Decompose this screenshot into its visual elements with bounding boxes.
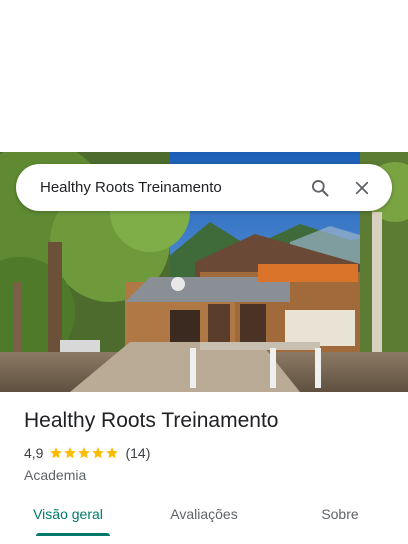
tab-reviews[interactable]: Avaliações <box>136 492 272 544</box>
blank-area <box>0 0 408 152</box>
active-tab-indicator <box>36 533 110 536</box>
place-category: Academia <box>24 467 87 483</box>
star-icon <box>106 447 119 459</box>
search-icon[interactable] <box>302 170 338 206</box>
star-icon <box>92 447 105 459</box>
place-title: Healthy Roots Treinamento <box>24 409 279 432</box>
review-count[interactable]: (14) <box>125 445 150 461</box>
star-icon <box>64 447 77 459</box>
star-icon <box>50 447 63 459</box>
rating-value: 4,9 <box>24 445 44 461</box>
rating-row[interactable]: 4,9 (14) <box>24 444 394 462</box>
search-input[interactable]: Healthy Roots Treinamento <box>40 179 296 196</box>
tab-bar: Visão geral Avaliações Sobre <box>0 492 408 544</box>
search-bar[interactable]: Healthy Roots Treinamento <box>16 164 392 211</box>
tab-overview[interactable]: Visão geral <box>0 492 136 544</box>
star-icon <box>78 447 91 459</box>
close-icon[interactable] <box>344 170 380 206</box>
tab-about[interactable]: Sobre <box>272 492 408 544</box>
rating-stars <box>49 446 119 460</box>
place-info: Healthy Roots Treinamento 4,9 (14) Acade… <box>24 406 394 484</box>
